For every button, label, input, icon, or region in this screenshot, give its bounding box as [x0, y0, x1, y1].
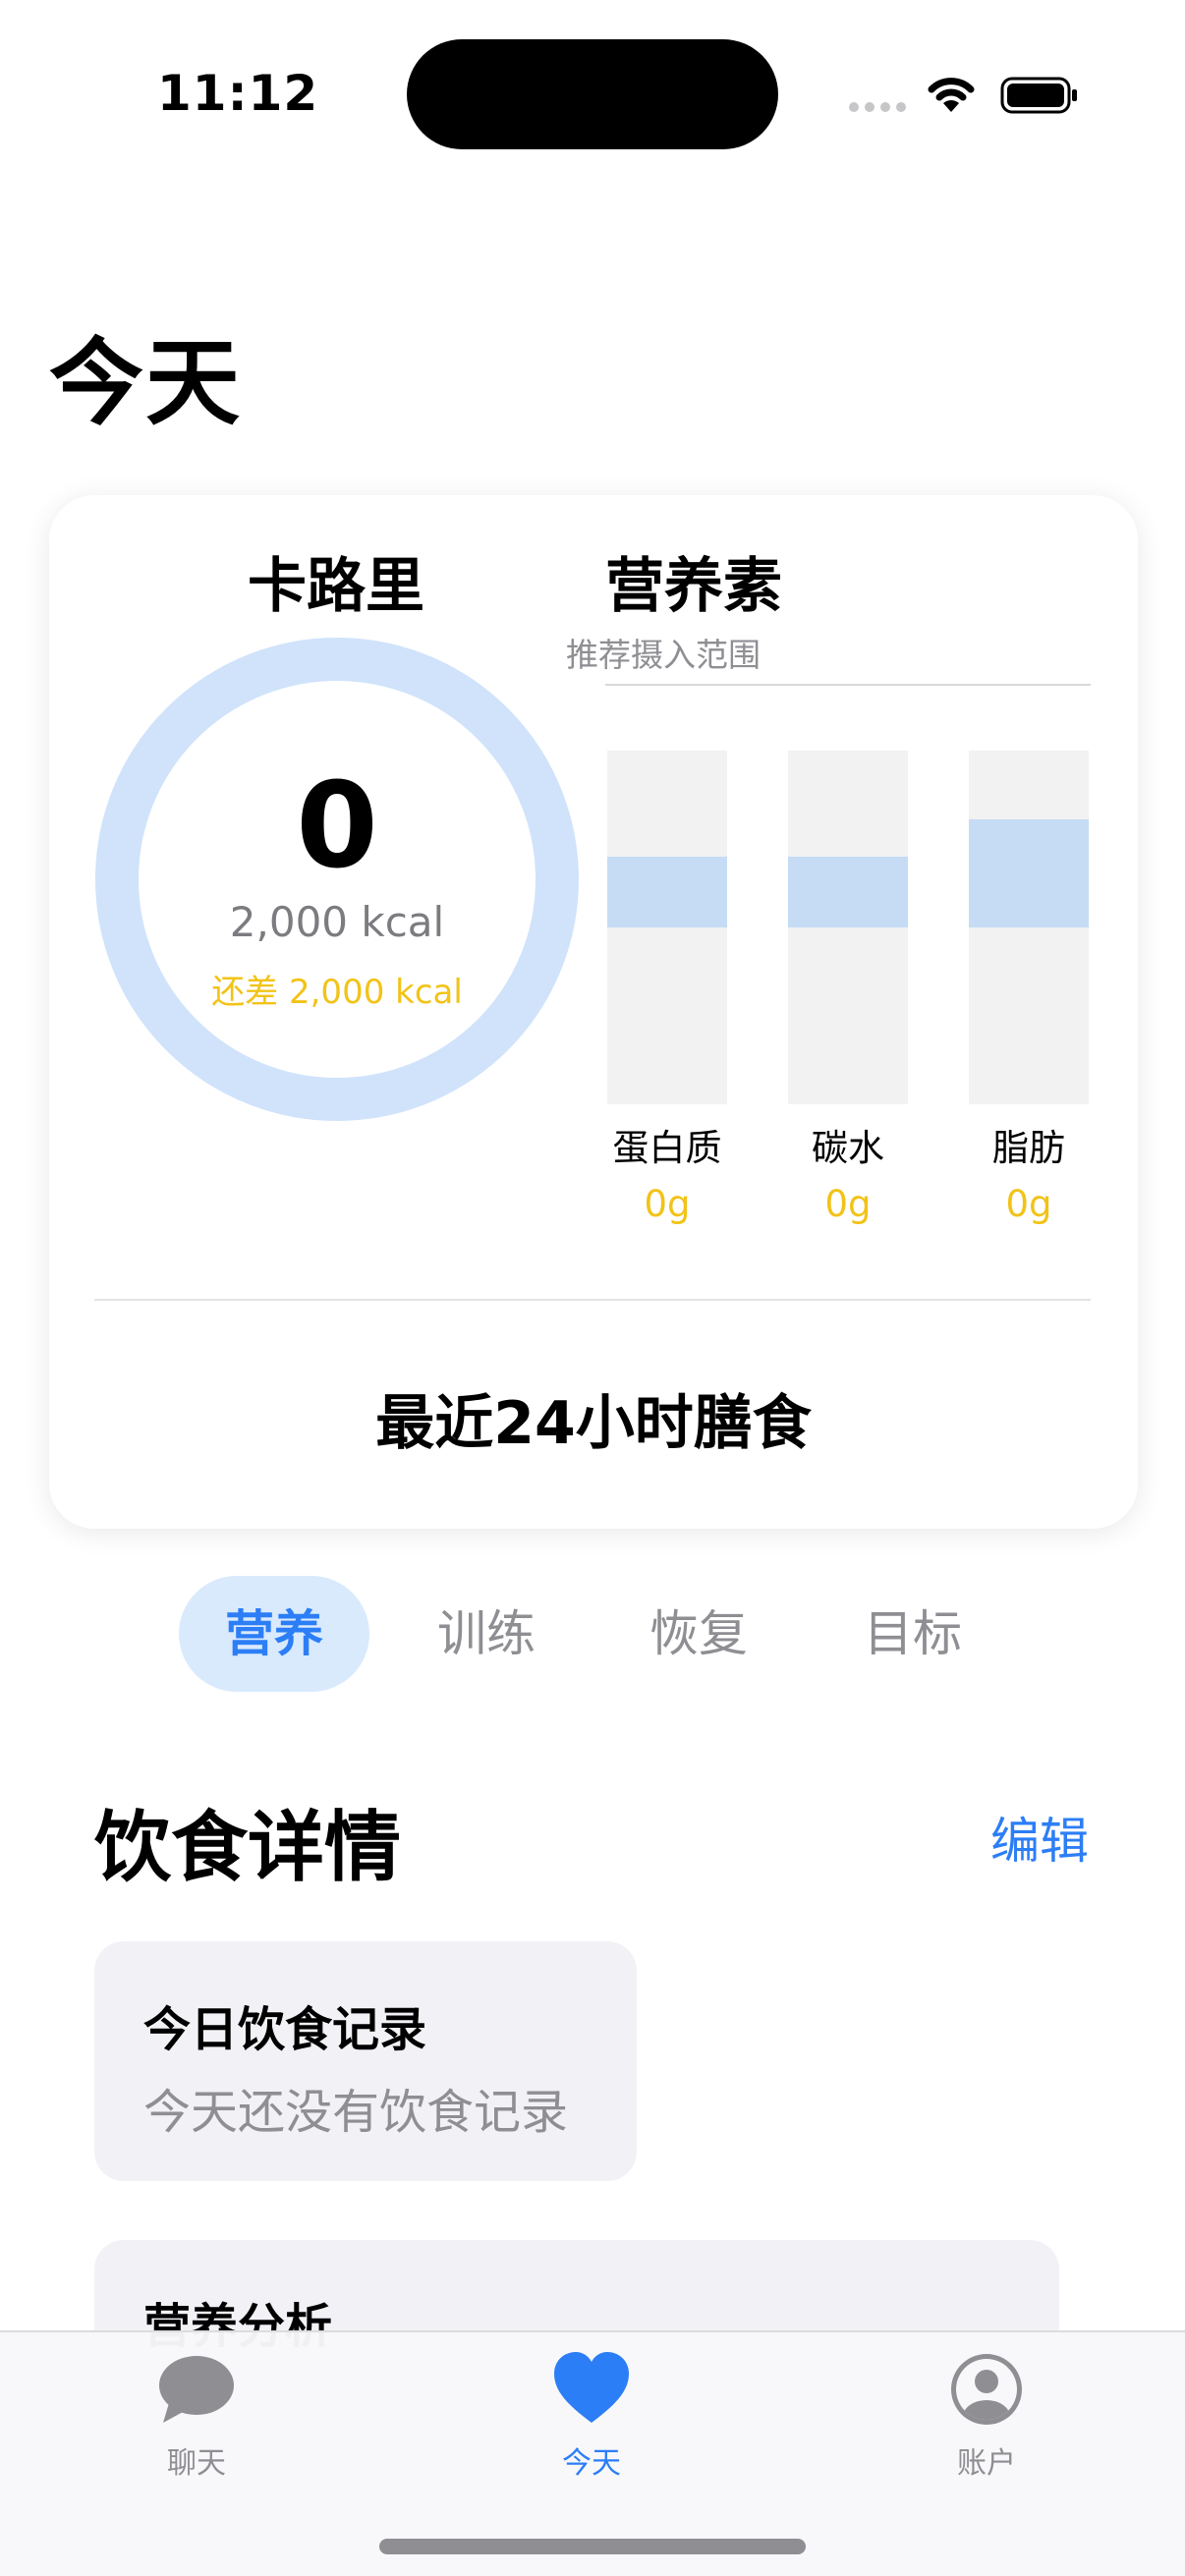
nutrients-divider [605, 684, 1091, 686]
protein-value: 0g [644, 1183, 691, 1225]
chat-bubble-icon [159, 2356, 234, 2423]
wifi-icon [928, 78, 975, 112]
person-circle-icon [951, 2354, 1022, 2425]
calorie-value: 0 [296, 758, 378, 895]
tab-bar-item-today[interactable]: 今天 [493, 2348, 690, 2482]
calorie-goal: 2,000 kcal [229, 898, 445, 946]
fat-label: 脂肪 [992, 1127, 1065, 1169]
status-time: 11:12 [157, 65, 319, 122]
recent-meals-link[interactable]: 最近24小时膳食 [49, 1375, 1138, 1461]
page-title: 今天 [49, 328, 242, 438]
fat-range-band [969, 819, 1089, 927]
cellular-signal-icon [849, 102, 906, 112]
tab-recovery[interactable]: 恢复 [605, 1576, 792, 1692]
protein-range-band [607, 857, 727, 927]
carbs-range-band [788, 857, 908, 927]
protein-bar [607, 751, 727, 1104]
home-indicator [379, 2539, 806, 2554]
carbs-value: 0g [824, 1183, 872, 1225]
food-log-empty-text: 今天还没有饮食记录 [143, 2085, 569, 2140]
tab-bar-label-chat: 聊天 [167, 2446, 226, 2481]
diet-details-title: 饮食详情 [94, 1804, 402, 1892]
nutrients-subtitle: 推荐摄入范围 [566, 636, 761, 674]
card-divider [94, 1299, 1091, 1301]
calories-title: 卡路里 [248, 552, 424, 621]
heart-icon [554, 2352, 629, 2423]
tab-training[interactable]: 训练 [393, 1576, 580, 1692]
calorie-remaining: 还差 2,000 kcal [211, 973, 463, 1012]
food-log-card[interactable] [94, 1941, 637, 2181]
food-log-title: 今日饮食记录 [143, 2002, 427, 2057]
dynamic-island [407, 39, 778, 149]
battery-icon [1000, 77, 1077, 114]
tab-bar-item-account[interactable]: 账户 [888, 2348, 1085, 2482]
nutrients-title: 营养素 [605, 552, 782, 621]
tab-bar-label-account: 账户 [957, 2446, 1016, 2481]
protein-label: 蛋白质 [612, 1127, 722, 1169]
edit-button[interactable]: 编辑 [990, 1802, 1089, 1873]
carbs-label: 碳水 [812, 1127, 884, 1169]
tab-bar-label-today: 今天 [562, 2446, 621, 2481]
fat-value: 0g [1005, 1183, 1052, 1225]
tab-bar-item-chat[interactable]: 聊天 [98, 2348, 295, 2482]
tab-goals[interactable]: 目标 [819, 1576, 1006, 1692]
carbs-bar [788, 751, 908, 1104]
fat-bar [969, 751, 1089, 1104]
tab-nutrition[interactable]: 营养 [179, 1576, 369, 1692]
